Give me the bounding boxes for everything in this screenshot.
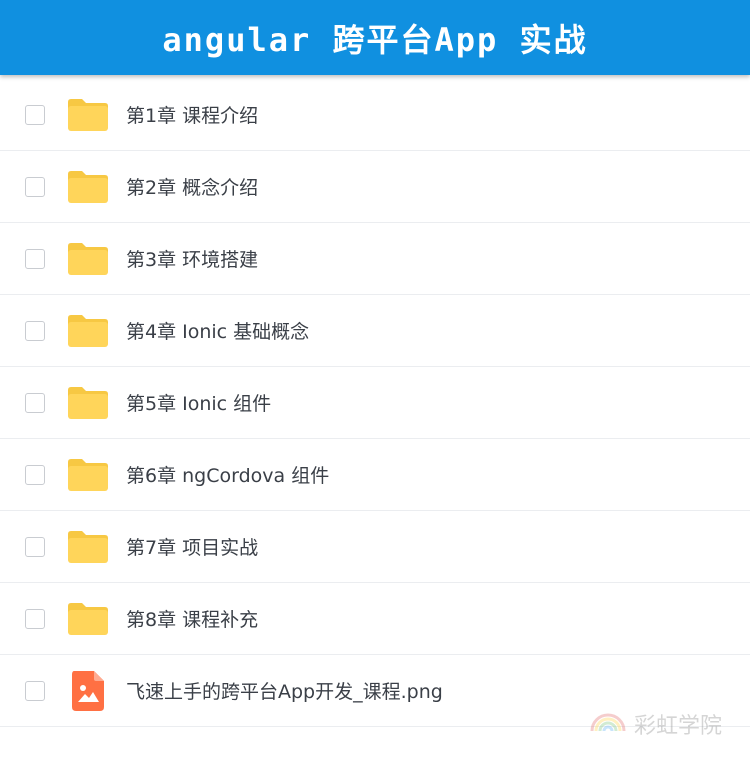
select-checkbox[interactable] — [25, 248, 45, 269]
folder-icon — [66, 527, 110, 567]
page-header: angular 跨平台App 实战 — [0, 0, 750, 75]
item-label: 第3章 环境搭建 — [126, 249, 259, 271]
select-checkbox[interactable] — [25, 320, 45, 341]
select-checkbox[interactable] — [25, 104, 45, 125]
item-label: 第1章 课程介绍 — [126, 105, 259, 127]
folder-icon — [66, 167, 110, 207]
file-browser-page: angular 跨平台App 实战 第1章 课程介绍 第2章 概念介绍 第3章 … — [0, 0, 750, 768]
item-label: 第6章 ngCordova 组件 — [126, 465, 330, 487]
item-label: 第2章 概念介绍 — [126, 177, 259, 199]
item-label: 飞速上手的跨平台App开发_课程.png — [126, 681, 443, 703]
page-title: angular 跨平台App 实战 — [162, 20, 588, 59]
item-label: 第4章 Ionic 基础概念 — [126, 321, 310, 343]
list-item[interactable]: 第7章 项目实战 — [0, 511, 750, 583]
watermark: 彩虹学院 — [590, 708, 722, 740]
list-item[interactable]: 第2章 概念介绍 — [0, 151, 750, 223]
image-file-icon — [66, 670, 110, 711]
item-label: 第7章 项目实战 — [126, 537, 259, 559]
select-checkbox[interactable] — [25, 608, 45, 629]
select-checkbox[interactable] — [25, 464, 45, 485]
list-item[interactable]: 第4章 Ionic 基础概念 — [0, 295, 750, 367]
file-list: 第1章 课程介绍 第2章 概念介绍 第3章 环境搭建 第4章 Ionic 基础概… — [0, 79, 750, 727]
list-item[interactable]: 第1章 课程介绍 — [0, 79, 750, 151]
list-item[interactable]: 第6章 ngCordova 组件 — [0, 439, 750, 511]
rainbow-logo-icon — [590, 711, 626, 737]
folder-icon — [66, 599, 110, 639]
folder-icon — [66, 383, 110, 423]
folder-icon — [66, 95, 110, 135]
list-item[interactable]: 第5章 Ionic 组件 — [0, 367, 750, 439]
select-checkbox[interactable] — [25, 176, 45, 197]
folder-icon — [66, 239, 110, 279]
select-checkbox[interactable] — [25, 392, 45, 413]
item-label: 第8章 课程补充 — [126, 609, 259, 631]
folder-icon — [66, 311, 110, 351]
list-item[interactable]: 第3章 环境搭建 — [0, 223, 750, 295]
item-label: 第5章 Ionic 组件 — [126, 393, 272, 415]
select-checkbox[interactable] — [25, 680, 45, 701]
list-item[interactable]: 第8章 课程补充 — [0, 583, 750, 655]
select-checkbox[interactable] — [25, 536, 45, 557]
watermark-text: 彩虹学院 — [633, 714, 722, 739]
folder-icon — [66, 455, 110, 495]
